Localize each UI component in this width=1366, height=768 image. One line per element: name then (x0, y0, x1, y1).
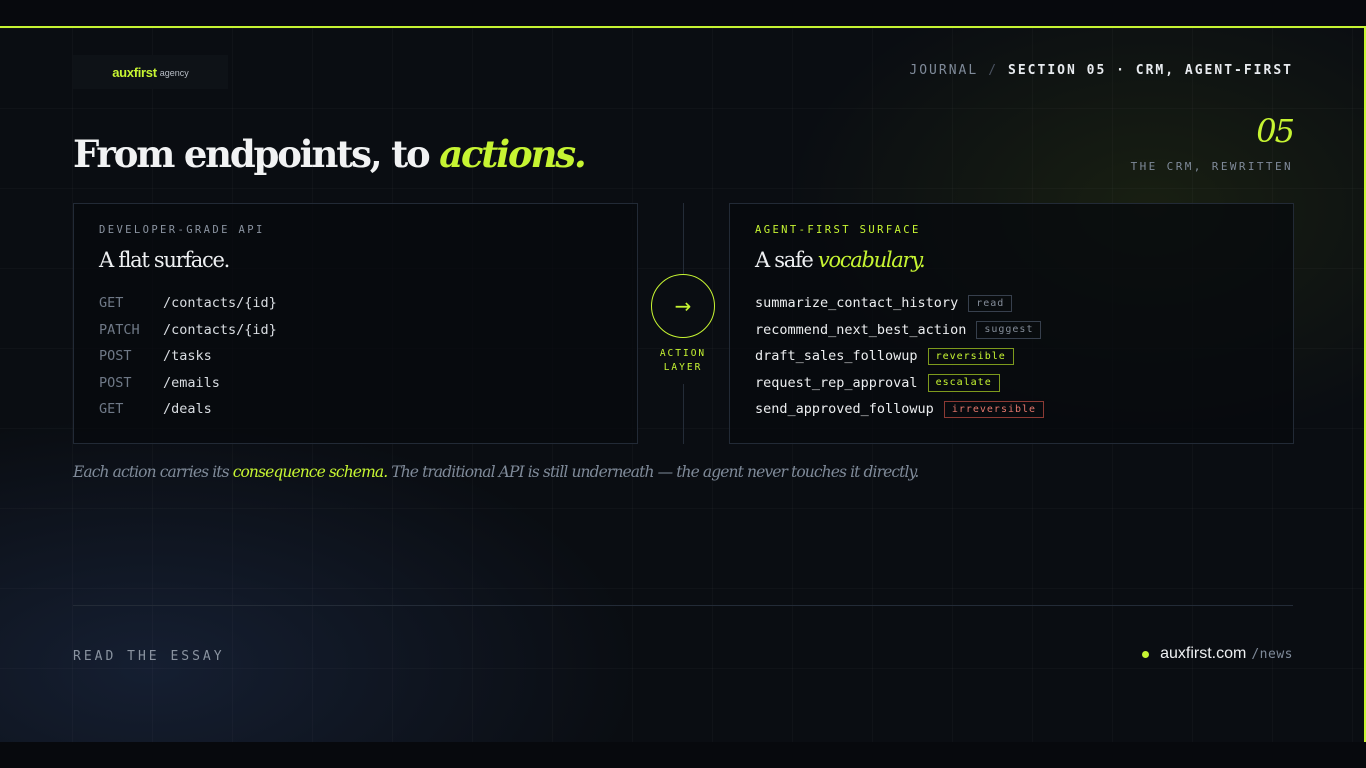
title-emphasis: actions. (439, 132, 587, 176)
endpoint-row: POST /tasks (99, 343, 612, 370)
arrow-right-icon: → (651, 274, 715, 338)
breadcrumb-section: SECTION 05 · CRM, AGENT-FIRST (1008, 63, 1293, 78)
endpoint-row: PATCH /contacts/{id} (99, 317, 612, 344)
action-tag: suggest (976, 321, 1042, 339)
brand-logo[interactable]: auxfirst agency (73, 55, 228, 89)
endpoint-method: PATCH (99, 321, 140, 338)
endpoint-path: /contacts/{id} (163, 321, 277, 338)
status-dot-icon (1142, 650, 1150, 658)
connector-line-bottom (683, 384, 684, 444)
action-name: recommend_next_best_action (755, 321, 967, 338)
action-name: request_rep_approval (755, 374, 918, 391)
brand-suffix: agency (159, 68, 189, 78)
action-row: recommend_next_best_action suggest (755, 317, 1268, 344)
breadcrumb-separator: / (988, 63, 999, 78)
caption-prefix: Each action carries its (73, 463, 233, 481)
endpoint-path: /emails (163, 374, 220, 391)
api-panel: DEVELOPER-GRADE API A flat surface. GET … (73, 203, 638, 444)
endpoint-method: POST (99, 374, 132, 391)
site-path: /news (1251, 647, 1293, 662)
connector-line-top (683, 203, 684, 274)
endpoint-row: GET /contacts/{id} (99, 290, 612, 317)
caption: Each action carries its consequence sche… (73, 463, 919, 481)
footer-divider (73, 605, 1293, 606)
read-essay-link[interactable]: READ THE ESSAY (73, 649, 225, 664)
section-subtitle: THE CRM, REWRITTEN (1130, 160, 1293, 173)
caption-suffix: The traditional API is still underneath … (387, 463, 919, 481)
action-list: summarize_contact_history read recommend… (755, 290, 1268, 423)
action-layer-line2: LAYER (663, 362, 703, 373)
endpoint-method: GET (99, 401, 124, 418)
agent-panel: AGENT-FIRST SURFACE A safe vocabulary. s… (729, 203, 1294, 444)
site-domain: auxfirst.com (1160, 645, 1247, 662)
endpoint-method: POST (99, 348, 132, 365)
action-layer-label: ACTION LAYER (643, 347, 723, 375)
action-row: summarize_contact_history read (755, 290, 1268, 317)
site-link[interactable]: auxfirst.com /news (1142, 645, 1293, 663)
action-tag: irreversible (943, 400, 1045, 418)
endpoint-path: /deals (163, 401, 212, 418)
agent-panel-kicker: AGENT-FIRST SURFACE (755, 224, 921, 236)
api-panel-title: A flat surface. (99, 248, 230, 272)
bottom-strip (0, 742, 1366, 768)
brand-name: auxfirst (112, 64, 157, 80)
action-name: send_approved_followup (755, 401, 934, 418)
action-tag: reversible (927, 347, 1014, 365)
agent-panel-title: A safe vocabulary. (755, 248, 1268, 272)
action-name: summarize_contact_history (755, 295, 959, 312)
title-prefix: From endpoints, to (73, 132, 440, 176)
endpoint-method: GET (99, 295, 124, 312)
action-row: request_rep_approval escalate (755, 370, 1268, 397)
endpoint-list: GET /contacts/{id} PATCH /contacts/{id} … (99, 290, 612, 423)
breadcrumb: JOURNAL / SECTION 05 · CRM, AGENT-FIRST (909, 63, 1293, 78)
caption-emphasis: consequence schema. (232, 463, 388, 481)
agent-title-prefix: A safe (755, 248, 818, 272)
page-title: From endpoints, to actions. (73, 132, 587, 176)
endpoint-row: POST /emails (99, 370, 612, 397)
agent-title-emphasis: vocabulary. (817, 248, 926, 272)
endpoint-row: GET /deals (99, 396, 612, 423)
action-name: draft_sales_followup (755, 348, 918, 365)
breadcrumb-journal[interactable]: JOURNAL (909, 63, 978, 78)
action-row: draft_sales_followup reversible (755, 343, 1268, 370)
action-tag: read (968, 294, 1013, 312)
endpoint-path: /contacts/{id} (163, 295, 277, 312)
endpoint-path: /tasks (163, 348, 212, 365)
api-panel-kicker: DEVELOPER-GRADE API (99, 224, 265, 236)
action-layer-line1: ACTION (659, 348, 707, 359)
action-row: send_approved_followup irreversible (755, 396, 1268, 423)
section-number: 05 (1256, 112, 1295, 150)
action-tag: escalate (927, 374, 1000, 392)
